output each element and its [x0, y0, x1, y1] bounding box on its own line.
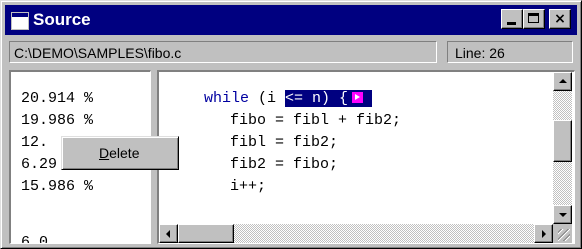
- menu-item-delete[interactable]: Delete: [65, 140, 175, 166]
- scroll-right-button[interactable]: [534, 224, 553, 243]
- code-line[interactable]: i++;: [230, 176, 266, 198]
- breakpoint-arrow-icon[interactable]: [352, 92, 364, 103]
- keyword-while: while: [204, 90, 250, 107]
- horizontal-scroll-thumb[interactable]: [178, 224, 234, 243]
- maximize-icon: [528, 13, 539, 23]
- percentage-row[interactable]: 12.: [21, 132, 48, 154]
- window-title: Source: [33, 10, 91, 29]
- arrow-right-icon: [542, 230, 546, 238]
- close-icon: ×: [554, 11, 566, 27]
- percentage-row[interactable]: 20.914 %: [21, 88, 93, 110]
- code-line[interactable]: fibo = fibl + fib2;: [230, 110, 401, 132]
- horizontal-scrollbar[interactable]: [159, 224, 553, 243]
- source-window: Source × C:\DEMO\SAMPLES\fibo.c Line: 26…: [0, 0, 582, 249]
- scroll-down-button[interactable]: [553, 205, 572, 224]
- title-bar[interactable]: Source ×: [5, 5, 577, 35]
- minimize-button[interactable]: [501, 9, 523, 29]
- resize-grip-icon[interactable]: [558, 229, 570, 241]
- menu-item-label: Delete: [99, 145, 140, 161]
- code-editor[interactable]: while (i <= n) { fibo = fibl + fib2; fib…: [157, 70, 575, 244]
- scrollbar-corner: [553, 224, 572, 243]
- arrow-left-icon: [166, 230, 170, 238]
- minimize-icon: [507, 22, 516, 25]
- percentage-row[interactable]: 6.0: [21, 232, 48, 243]
- scroll-left-button[interactable]: [159, 224, 178, 243]
- selected-text: <= n) {: [285, 90, 373, 107]
- file-path-field: C:\DEMO\SAMPLES\fibo.c: [9, 41, 437, 63]
- context-menu: Delete: [61, 136, 179, 170]
- window-icon[interactable]: [11, 12, 29, 30]
- arrow-down-icon: [559, 213, 567, 217]
- vertical-scrollbar[interactable]: [553, 72, 572, 224]
- scroll-up-button[interactable]: [553, 72, 572, 91]
- maximize-button[interactable]: [523, 9, 545, 29]
- selected-text-value: <= n) {: [285, 90, 349, 107]
- code-line[interactable]: fib2 = fibo;: [230, 154, 338, 176]
- code-line[interactable]: while (i <= n) {: [204, 88, 373, 110]
- percentage-row[interactable]: 15.986 %: [21, 176, 93, 198]
- percentage-row[interactable]: 19.986 %: [21, 110, 93, 132]
- arrow-up-icon: [559, 79, 567, 83]
- line-number-field: Line: 26: [447, 41, 573, 63]
- code-line[interactable]: fibl = fib2;: [230, 132, 338, 154]
- code-text: (i: [249, 90, 286, 107]
- vertical-scroll-thumb[interactable]: [553, 120, 572, 162]
- close-button[interactable]: ×: [549, 9, 571, 29]
- percentage-row[interactable]: 6.29: [21, 154, 57, 176]
